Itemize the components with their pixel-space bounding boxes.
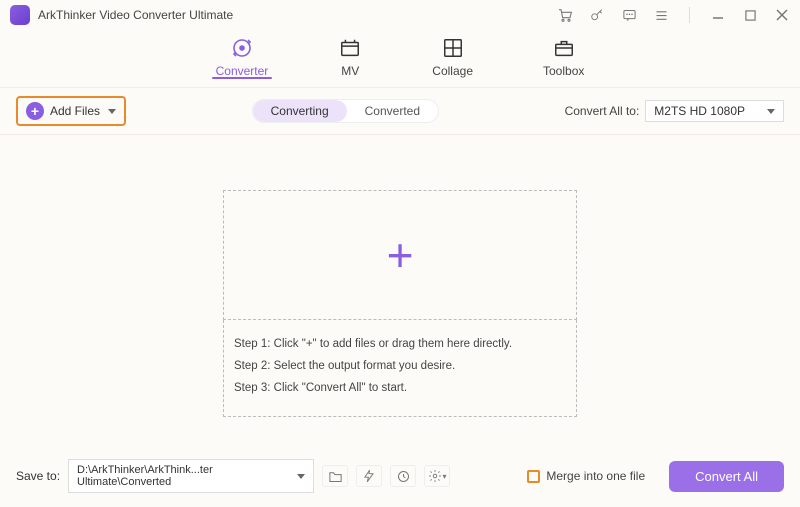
converter-icon bbox=[230, 36, 254, 60]
plus-icon: + bbox=[26, 102, 44, 120]
merge-checkbox[interactable]: Merge into one file bbox=[527, 469, 645, 483]
drop-area[interactable]: + bbox=[223, 190, 577, 320]
convert-all-button[interactable]: Convert All bbox=[669, 461, 784, 492]
convert-all-label: Convert All to: bbox=[565, 104, 640, 118]
hw-accel-button[interactable] bbox=[356, 465, 382, 487]
settings-button[interactable]: ▾ bbox=[424, 465, 450, 487]
save-to-label: Save to: bbox=[16, 469, 60, 483]
format-select[interactable]: M2TS HD 1080P bbox=[645, 100, 784, 122]
save-path-value: D:\ArkThinker\ArkThink...ter Ultimate\Co… bbox=[77, 464, 295, 488]
add-files-label: Add Files bbox=[50, 104, 100, 118]
tab-label: Toolbox bbox=[543, 64, 584, 78]
chevron-down-icon bbox=[108, 109, 116, 114]
chevron-down-icon bbox=[767, 109, 775, 114]
toolbar: + Add Files Converting Converted Convert… bbox=[0, 88, 800, 135]
feedback-icon[interactable] bbox=[621, 7, 637, 23]
instructions: Step 1: Click "+" to add files or drag t… bbox=[223, 320, 577, 417]
save-path-select[interactable]: D:\ArkThinker\ArkThink...ter Ultimate\Co… bbox=[68, 459, 314, 493]
tab-label: Collage bbox=[432, 64, 473, 78]
main-tabs: Converter MV Collage Toolbox bbox=[0, 30, 800, 88]
mv-icon bbox=[338, 36, 362, 60]
cart-icon[interactable] bbox=[557, 7, 573, 23]
titlebar-actions bbox=[557, 7, 790, 23]
add-plus-icon: + bbox=[387, 228, 414, 282]
key-icon[interactable] bbox=[589, 7, 605, 23]
step-1: Step 1: Click "+" to add files or drag t… bbox=[234, 334, 566, 356]
separator bbox=[689, 7, 690, 23]
maximize-icon[interactable] bbox=[742, 7, 758, 23]
tab-toolbox[interactable]: Toolbox bbox=[543, 36, 584, 78]
convert-all-to: Convert All to: M2TS HD 1080P bbox=[565, 100, 784, 122]
tab-underline bbox=[0, 87, 800, 88]
status-segmented: Converting Converted bbox=[252, 99, 439, 123]
open-folder-button[interactable] bbox=[322, 465, 348, 487]
merge-label: Merge into one file bbox=[546, 469, 645, 483]
close-icon[interactable] bbox=[774, 7, 790, 23]
seg-converted[interactable]: Converted bbox=[347, 100, 438, 122]
chevron-down-icon bbox=[297, 474, 305, 479]
tab-label: MV bbox=[341, 64, 359, 78]
menu-icon[interactable] bbox=[653, 7, 669, 23]
titlebar: ArkThinker Video Converter Ultimate bbox=[0, 0, 800, 30]
app-title: ArkThinker Video Converter Ultimate bbox=[38, 8, 557, 22]
tab-label: Converter bbox=[216, 64, 269, 78]
checkbox-icon bbox=[527, 470, 540, 483]
toolbox-icon bbox=[553, 36, 575, 60]
collage-icon bbox=[442, 36, 464, 60]
add-files-highlight: + Add Files bbox=[16, 96, 126, 126]
step-3: Step 3: Click "Convert All" to start. bbox=[234, 378, 566, 400]
high-speed-button[interactable] bbox=[390, 465, 416, 487]
step-2: Step 2: Select the output format you des… bbox=[234, 356, 566, 378]
seg-converting[interactable]: Converting bbox=[253, 100, 347, 122]
tab-mv[interactable]: MV bbox=[338, 36, 362, 78]
format-selected: M2TS HD 1080P bbox=[654, 104, 745, 118]
tab-converter[interactable]: Converter bbox=[216, 36, 269, 78]
footer: Save to: D:\ArkThinker\ArkThink...ter Ul… bbox=[0, 447, 800, 507]
add-files-button[interactable]: + Add Files bbox=[20, 100, 122, 122]
minimize-icon[interactable] bbox=[710, 7, 726, 23]
app-logo bbox=[10, 5, 30, 25]
tab-collage[interactable]: Collage bbox=[432, 36, 473, 78]
dropzone: + Step 1: Click "+" to add files or drag… bbox=[223, 190, 577, 417]
